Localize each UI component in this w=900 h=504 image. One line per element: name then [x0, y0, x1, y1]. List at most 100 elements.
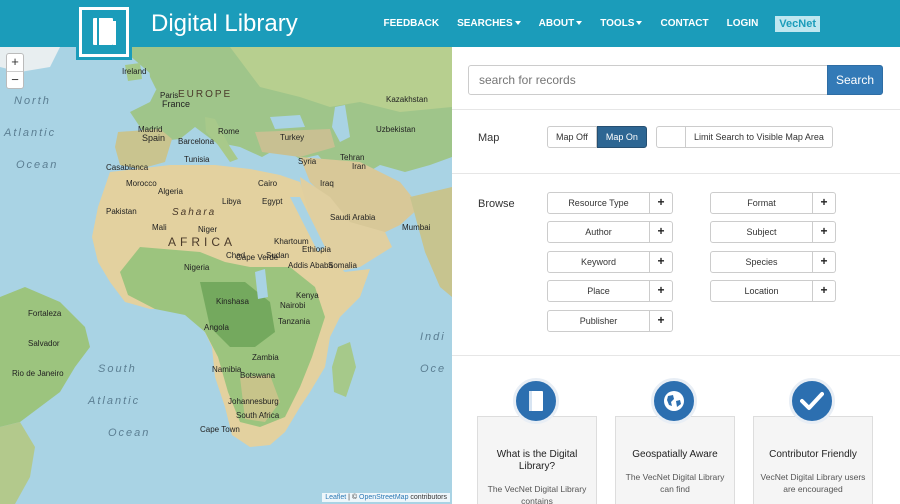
place-label: France	[162, 99, 191, 109]
browse-publisher[interactable]: Publisher +	[547, 310, 673, 332]
ocean-label: Ocean	[16, 159, 59, 171]
ocean-label: Atlantic	[88, 395, 141, 407]
place-label: Kazakhstan	[386, 95, 428, 104]
nav-login[interactable]: LOGIN	[727, 18, 759, 29]
card-text: The VecNet Digital Library contains	[487, 484, 587, 504]
ocean-label: North	[14, 95, 51, 107]
divider	[452, 109, 900, 110]
nav-label: TOOLS	[600, 18, 635, 29]
feature-card-geospatial[interactable]: Geospatially Aware The VecNet Digital Li…	[615, 416, 735, 504]
place-label: Cape Verde	[236, 253, 279, 262]
browse-resource-type[interactable]: Resource Type +	[547, 192, 673, 214]
feature-card-contributor[interactable]: Contributor Friendly VecNet Digital Libr…	[753, 416, 873, 504]
zoom-control: + −	[6, 53, 24, 89]
plus-icon[interactable]: +	[650, 192, 673, 214]
world-map[interactable]: + − North Atlantic Ocean South Atlantic …	[0, 47, 452, 504]
map-off-button[interactable]: Map Off	[547, 126, 597, 148]
place-label: Tanzania	[278, 317, 311, 326]
search-input[interactable]	[468, 65, 828, 95]
main-nav: FEEDBACK SEARCHES ABOUT TOOLS CONTACT LO…	[375, 0, 900, 47]
card-text: VecNet Digital Library users are encoura…	[760, 472, 866, 494]
browse-item-label: Keyword	[547, 251, 650, 273]
place-label: Namibia	[212, 365, 242, 374]
osm-link[interactable]: OpenStreetMap	[359, 494, 408, 501]
top-header: Digital Library FEEDBACK SEARCHES ABOUT …	[0, 0, 900, 60]
nav-feedback[interactable]: FEEDBACK	[384, 18, 440, 29]
place-label: Ethiopia	[302, 245, 331, 254]
vecnet-link[interactable]: VecNet	[775, 15, 820, 32]
place-label: Salvador	[28, 339, 60, 348]
limit-label: Limit Search to Visible Map Area	[686, 126, 833, 148]
region-label: Sahara	[172, 207, 217, 218]
plus-icon[interactable]: +	[650, 251, 673, 273]
place-label: Mali	[152, 223, 167, 232]
nav-contact[interactable]: CONTACT	[660, 18, 708, 29]
place-label: Egypt	[262, 197, 283, 206]
plus-icon[interactable]: +	[650, 221, 673, 243]
place-label: Cairo	[258, 179, 278, 188]
nav-searches[interactable]: SEARCHES	[457, 18, 521, 29]
divider	[452, 173, 900, 174]
card-text: The VecNet Digital Library can find	[625, 472, 725, 494]
browse-item-label: Place	[547, 280, 650, 302]
place-label: Iran	[352, 162, 366, 171]
feature-card-what-is[interactable]: What is the Digital Library? The VecNet …	[477, 416, 597, 504]
caret-down-icon	[636, 21, 643, 26]
plus-icon[interactable]: +	[813, 221, 836, 243]
plus-icon[interactable]: +	[813, 192, 836, 214]
nav-about[interactable]: ABOUT	[539, 18, 583, 29]
browse-item-label: Author	[547, 221, 650, 243]
nav-label: CONTACT	[660, 18, 709, 29]
browse-author[interactable]: Author +	[547, 221, 673, 243]
plus-icon[interactable]: +	[813, 280, 836, 302]
place-label: Kenya	[296, 291, 319, 300]
card-title: Contributor Friendly	[769, 449, 857, 460]
place-label: Madrid	[138, 125, 163, 134]
plus-icon[interactable]: +	[650, 280, 673, 302]
place-label: Libya	[222, 197, 242, 206]
checkmark-icon	[789, 378, 835, 424]
search-button[interactable]: Search	[827, 65, 883, 95]
map-attribution: Leaflet | © OpenStreetMap contributors	[322, 493, 450, 502]
place-label: Spain	[142, 133, 166, 143]
caret-down-icon	[576, 21, 583, 26]
caret-down-icon	[514, 21, 521, 26]
plus-icon[interactable]: +	[650, 310, 673, 332]
place-label: Syria	[298, 157, 317, 166]
place-label: Pakistan	[106, 207, 137, 216]
limit-visible-area[interactable]: Limit Search to Visible Map Area	[656, 126, 833, 148]
place-label: Fortaleza	[28, 309, 62, 318]
leaflet-link[interactable]: Leaflet	[325, 494, 346, 501]
place-label: Turkey	[280, 133, 305, 142]
browse-item-label: Format	[710, 192, 813, 214]
book-logo-icon	[82, 10, 126, 54]
region-label: AFRICA	[168, 235, 237, 249]
place-label: Morocco	[126, 179, 157, 188]
logo[interactable]	[76, 4, 132, 60]
browse-subject[interactable]: Subject +	[710, 221, 836, 243]
zoom-in-button[interactable]: +	[7, 54, 23, 71]
nav-label: ABOUT	[538, 18, 575, 29]
place-label: Rio de Janeiro	[12, 369, 64, 378]
brand-title[interactable]: Digital Library	[151, 10, 298, 38]
place-label: Johannesburg	[228, 397, 279, 406]
limit-checkbox[interactable]	[656, 126, 686, 148]
place-label: Addis Ababa	[288, 261, 333, 270]
card-title: What is the Digital Library?	[496, 449, 578, 472]
map-on-button[interactable]: Map On	[596, 126, 647, 148]
browse-format[interactable]: Format +	[710, 192, 836, 214]
divider	[452, 355, 900, 356]
browse-keyword[interactable]: Keyword +	[547, 251, 673, 273]
browse-species[interactable]: Species +	[710, 251, 836, 273]
attribution-separator: | ©	[346, 494, 360, 501]
map-tiles	[0, 47, 452, 504]
map-toggle: Map Off Map On	[547, 126, 647, 148]
place-label: Tunisia	[184, 155, 210, 164]
browse-item-label: Resource Type	[547, 192, 650, 214]
plus-icon[interactable]: +	[813, 251, 836, 273]
zoom-out-button[interactable]: −	[7, 71, 23, 88]
nav-tools[interactable]: TOOLS	[600, 18, 643, 29]
ocean-label: Oce	[420, 363, 447, 375]
browse-location[interactable]: Location +	[710, 280, 836, 302]
browse-place[interactable]: Place +	[547, 280, 673, 302]
